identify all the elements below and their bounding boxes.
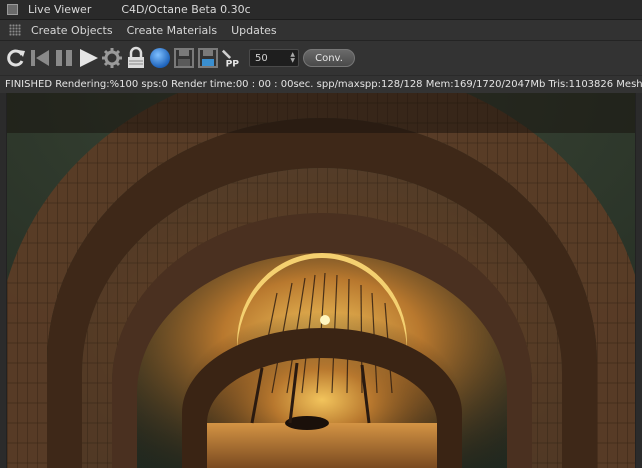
title-bar: Live Viewer C4D/Octane Beta 0.30c bbox=[0, 0, 642, 20]
refresh-icon[interactable] bbox=[5, 45, 27, 71]
menu-updates[interactable]: Updates bbox=[231, 24, 277, 37]
window-icon[interactable] bbox=[7, 4, 18, 15]
menu-create-materials[interactable]: Create Materials bbox=[127, 24, 217, 37]
pause-icon[interactable] bbox=[53, 45, 75, 71]
sphere-icon[interactable] bbox=[149, 45, 171, 71]
render-viewport[interactable] bbox=[6, 93, 636, 468]
conv-button[interactable]: Conv. bbox=[303, 49, 355, 67]
samples-stepper[interactable]: 50 ▲ ▼ bbox=[249, 49, 299, 67]
window-title: Live Viewer bbox=[28, 3, 92, 16]
save-all-icon[interactable] bbox=[197, 45, 219, 71]
save-icon[interactable] bbox=[173, 45, 195, 71]
status-line: FINISHED Rendering:%100 sps:0 Render tim… bbox=[0, 75, 642, 93]
menu-create-objects[interactable]: Create Objects bbox=[31, 24, 113, 37]
play-icon[interactable] bbox=[77, 45, 99, 71]
grip-icon[interactable] bbox=[9, 24, 21, 36]
samples-value: 50 bbox=[255, 52, 268, 64]
gear-icon[interactable] bbox=[101, 45, 123, 71]
pp-label: PP bbox=[226, 58, 240, 69]
render-image bbox=[7, 93, 635, 468]
menu-bar: Create Objects Create Materials Updates bbox=[0, 20, 642, 41]
pp-icon[interactable]: PP bbox=[221, 45, 243, 71]
stepper-arrows-icon[interactable]: ▲ ▼ bbox=[290, 52, 295, 64]
app-title: C4D/Octane Beta 0.30c bbox=[121, 3, 251, 16]
toolbar: PP 50 ▲ ▼ Conv. bbox=[0, 41, 642, 75]
rewind-icon[interactable] bbox=[29, 45, 51, 71]
lock-icon[interactable] bbox=[125, 45, 147, 71]
